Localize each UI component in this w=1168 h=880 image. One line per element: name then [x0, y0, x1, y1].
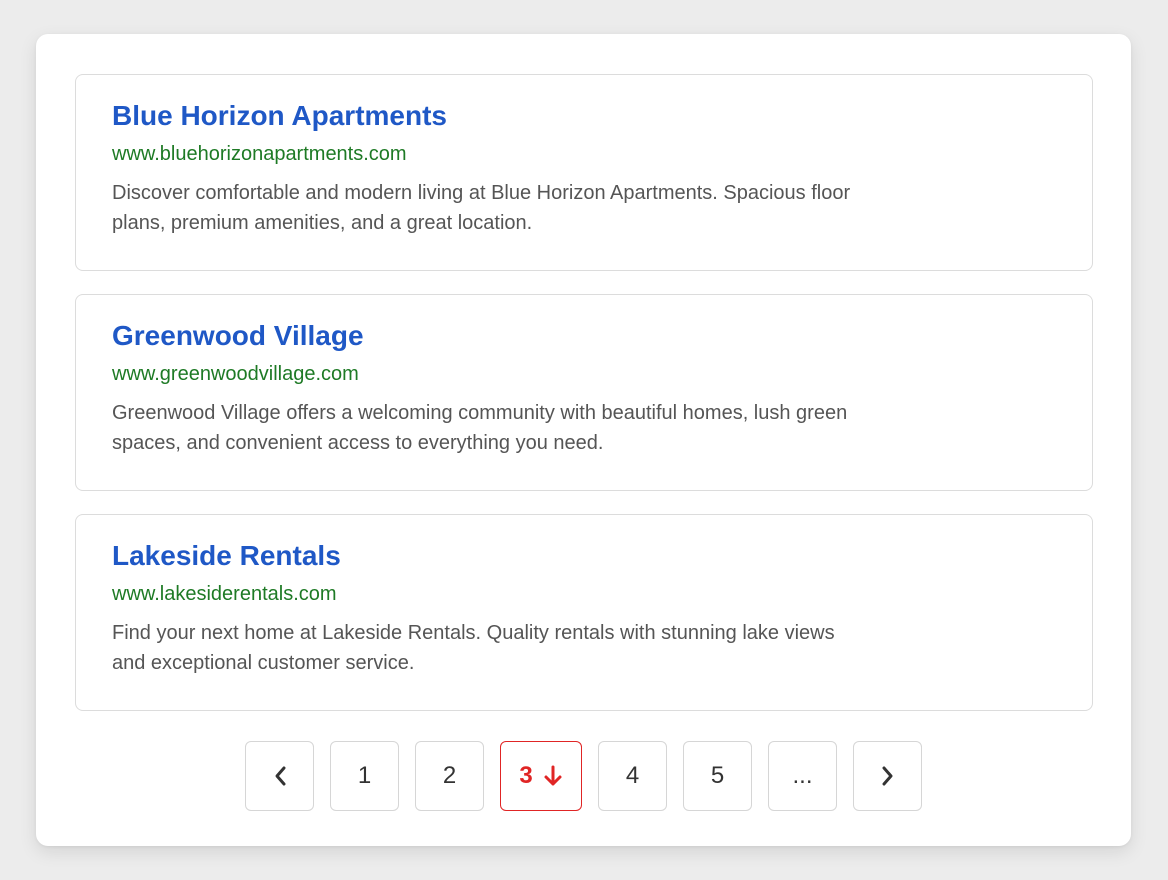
- result-card: Lakeside Rentals www.lakesiderentals.com…: [75, 514, 1093, 711]
- page-button-5[interactable]: 5: [683, 741, 752, 811]
- result-description: Greenwood Village offers a welcoming com…: [112, 402, 848, 454]
- result-title-link[interactable]: Lakeside Rentals: [112, 539, 1056, 573]
- arrow-down-icon: [543, 764, 563, 788]
- result-description: Find your next home at Lakeside Rentals.…: [112, 622, 835, 674]
- result-card: Blue Horizon Apartments www.bluehorizona…: [75, 74, 1093, 271]
- pagination: 1 2 3 4 5 ...: [36, 741, 1131, 811]
- result-card: Greenwood Village www.greenwoodvillage.c…: [75, 294, 1093, 491]
- prev-page-button[interactable]: [245, 741, 314, 811]
- page-button-2[interactable]: 2: [415, 741, 484, 811]
- result-title-link[interactable]: Greenwood Village: [112, 319, 1056, 353]
- ellipsis-button[interactable]: ...: [768, 741, 837, 811]
- page-number-label: 3: [519, 762, 533, 789]
- result-description: Discover comfortable and modern living a…: [112, 182, 851, 234]
- next-page-button[interactable]: [853, 741, 922, 811]
- search-results-panel: Blue Horizon Apartments www.bluehorizona…: [36, 34, 1131, 846]
- result-url-link[interactable]: www.bluehorizonapartments.com: [112, 142, 1056, 166]
- chevron-right-icon: [881, 765, 895, 787]
- result-url-link[interactable]: www.lakesiderentals.com: [112, 582, 1056, 606]
- page-button-1[interactable]: 1: [330, 741, 399, 811]
- page-button-3-current[interactable]: 3: [500, 741, 582, 811]
- results-list: Blue Horizon Apartments www.bluehorizona…: [75, 74, 1093, 734]
- chevron-left-icon: [273, 765, 287, 787]
- result-title-link[interactable]: Blue Horizon Apartments: [112, 99, 1056, 133]
- page-button-4[interactable]: 4: [598, 741, 667, 811]
- result-url-link[interactable]: www.greenwoodvillage.com: [112, 362, 1056, 386]
